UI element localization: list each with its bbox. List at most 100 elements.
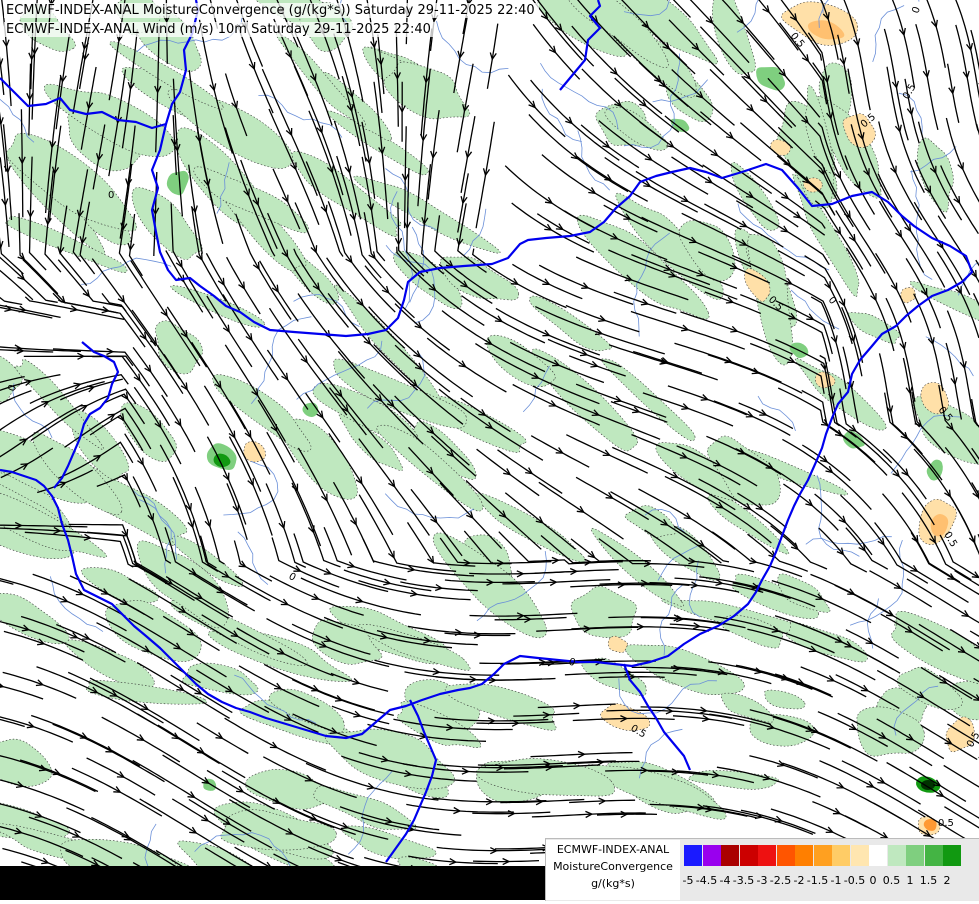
streamline <box>24 356 133 366</box>
streamline <box>749 756 817 778</box>
contour-label: 0 <box>108 190 114 201</box>
contour-label: 0 <box>287 571 298 584</box>
wind-arrow <box>0 682 3 688</box>
convergence-area <box>532 349 638 451</box>
legend-tick-label: 2 <box>944 874 951 887</box>
streamline <box>498 450 563 494</box>
streamline <box>950 0 979 115</box>
divergence-area <box>608 636 627 652</box>
streamline <box>0 712 25 727</box>
streamline <box>428 110 439 199</box>
legend-tick-label: -4.5 <box>696 874 717 887</box>
legend-swatch <box>869 845 887 866</box>
streamline <box>158 725 245 778</box>
legend-tick-label: -5 <box>683 874 694 887</box>
streamline <box>531 436 589 468</box>
legend-swatch <box>703 845 721 866</box>
convergence-area <box>765 690 806 709</box>
streamline <box>23 260 118 313</box>
streamline <box>673 716 744 726</box>
contour-label: 0 <box>826 295 839 307</box>
streamline <box>739 403 793 429</box>
streamline <box>344 570 431 591</box>
convergence-area <box>712 0 755 74</box>
convergence-area <box>132 187 202 259</box>
streamline <box>940 535 979 604</box>
convergence-area <box>121 403 177 462</box>
legend-swatch <box>795 845 813 866</box>
wind-arrow <box>122 473 128 480</box>
legend-tick-label: -3 <box>757 874 768 887</box>
streamline <box>886 298 915 402</box>
streamline <box>919 0 945 68</box>
streamline <box>884 29 908 140</box>
streamline <box>405 126 407 228</box>
streamline <box>0 677 43 699</box>
legend-tick-label: 1 <box>907 874 914 887</box>
streamline <box>700 112 761 161</box>
legend-tick-label: -2.5 <box>770 874 791 887</box>
divergence-area <box>901 287 916 303</box>
streamline <box>914 294 943 391</box>
legend-tick-label: -3.5 <box>733 874 754 887</box>
legend-swatch <box>832 845 850 866</box>
legend-field-name: MoistureConvergence <box>546 860 680 873</box>
legend-swatch <box>740 845 758 866</box>
streamline <box>53 724 165 782</box>
streamline <box>812 802 866 828</box>
legend-swatch <box>814 845 832 866</box>
legend-tick-label: -2 <box>794 874 805 887</box>
legend-swatch <box>943 845 961 866</box>
wind-title: ECMWF-INDEX-ANAL Wind (m/s) 10m Saturday… <box>4 22 435 37</box>
convergence-area <box>221 810 337 850</box>
river <box>881 0 919 2</box>
legend-tick-label: -0.5 <box>844 874 865 887</box>
streamline <box>234 541 272 582</box>
contour-label: 0.5 <box>941 530 958 549</box>
contour-label: 0.5 <box>938 818 954 829</box>
divergence-area <box>601 704 650 731</box>
legend-swatch <box>906 845 924 866</box>
convergence-area <box>171 286 265 328</box>
streamline <box>163 755 250 808</box>
legend-swatch <box>721 845 739 866</box>
legend-swatch <box>851 845 869 866</box>
streamline <box>359 495 456 572</box>
streamline <box>395 304 450 351</box>
streamline <box>801 667 867 697</box>
streamline <box>914 202 970 295</box>
weather-map: 0000000.50.50.50.50.50.50.50.50.5 <box>0 0 979 900</box>
legend-ticks: -5-4.5-4-3.5-3-2.5-2-1.5-1-0.500.511.52 <box>684 874 974 888</box>
streamline <box>454 16 468 93</box>
convergence-core <box>671 119 690 132</box>
legend-tick-label: -4 <box>720 874 731 887</box>
convergence-area <box>314 786 417 829</box>
streamline <box>508 75 565 137</box>
streamline <box>227 483 247 539</box>
legend-tick-label: 1.5 <box>920 874 938 887</box>
streamline <box>487 24 497 89</box>
legend-swatch <box>888 845 906 866</box>
contour-label: 0.5 <box>901 82 918 101</box>
legend-model-name: ECMWF-INDEX-ANAL <box>546 843 680 856</box>
legend-swatch <box>777 845 795 866</box>
river <box>873 6 904 62</box>
legend-unit: g/(kg*s) <box>546 877 680 890</box>
legend-swatches <box>684 845 962 867</box>
legend-tick-label: 0.5 <box>883 874 901 887</box>
convergence-area <box>213 375 311 452</box>
legend-swatch <box>925 845 943 866</box>
streamline <box>0 262 22 304</box>
moisture-convergence-title: ECMWF-INDEX-ANAL MoistureConvergence (g/… <box>4 3 539 18</box>
legend-swatch <box>758 845 776 866</box>
map-canvas: 0000000.50.50.50.50.50.50.50.50.5 <box>0 0 979 900</box>
convergence-area <box>530 296 612 351</box>
streamline <box>53 293 145 347</box>
convergence-area <box>571 586 637 637</box>
legend-tick-label: 0 <box>870 874 877 887</box>
contour-label: 0 <box>910 5 923 15</box>
streamline <box>331 673 388 691</box>
streamline <box>237 24 273 113</box>
legend-tick-label: -1.5 <box>807 874 828 887</box>
legend-swatch <box>684 845 702 866</box>
